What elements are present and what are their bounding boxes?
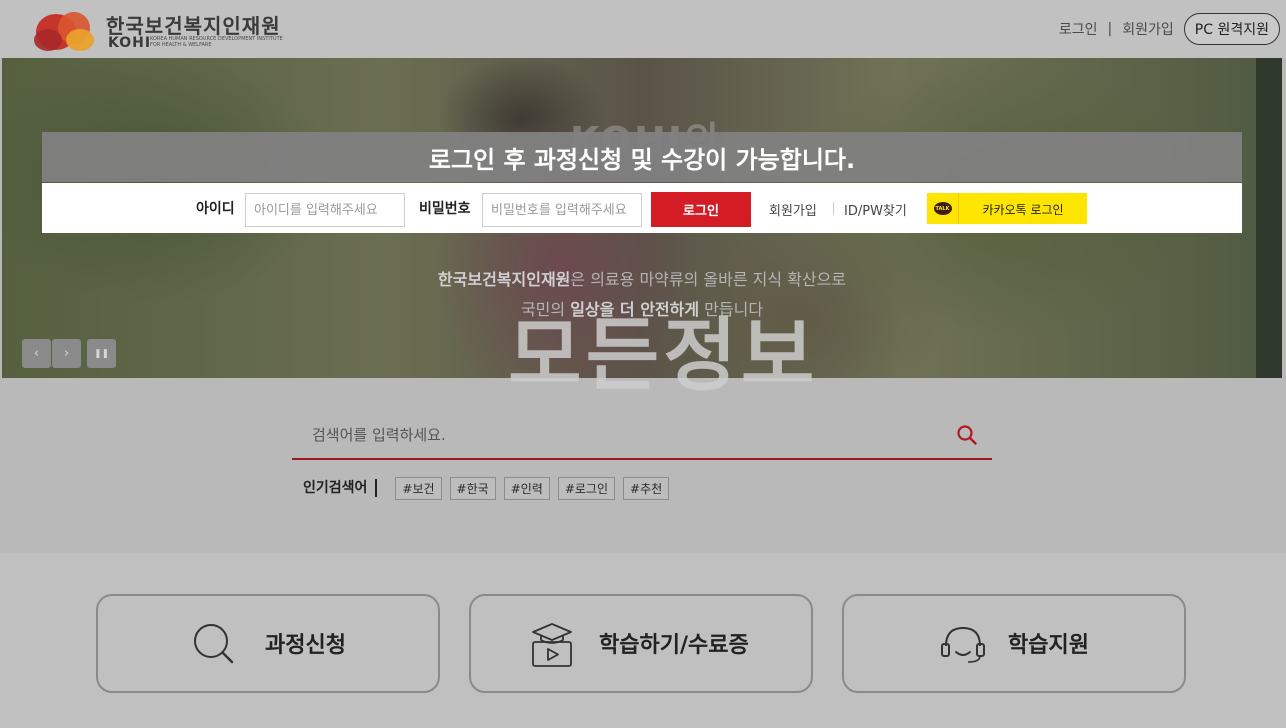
hero-desc-rest1: 은 의료용 마약류의 올바른 지식 확산으로	[570, 270, 847, 289]
signup-link[interactable]: 회원가입	[769, 200, 817, 219]
password-label: 비밀번호	[419, 201, 471, 217]
pc-remote-support-button[interactable]: PC 원격지원	[1183, 13, 1280, 45]
header-link-separator: |	[1107, 21, 1113, 37]
headset-icon	[941, 626, 985, 663]
keyword-tag[interactable]: #추천	[623, 476, 670, 500]
course-apply-card[interactable]: 과정신청	[96, 594, 440, 693]
top-utility-links: 로그인 | 회원가입 PC 원격지원	[1059, 13, 1286, 45]
id-label: 아이디	[196, 201, 235, 217]
learning-certificate-label: 학습하기/수료증	[599, 633, 749, 658]
kakao-login-label: 카카오톡 로그인	[982, 203, 1064, 217]
find-id-password-link[interactable]: ID/PW찾기	[844, 200, 907, 219]
login-form: 아이디 비밀번호 로그인 회원가입 ID/PW찾기 TALK 카카오톡 로그인	[42, 183, 1242, 233]
site-header: 한국보건복지인재원 KOHI KOREA HUMAN RESOURCE DEVE…	[0, 0, 1286, 58]
search-input[interactable]	[310, 421, 930, 449]
logo-subtitle: KOREA HUMAN RESOURCE DEVELOPMENT INSTITU…	[150, 36, 283, 48]
quick-menu-section: 과정신청 학습하기/수료증 학습지원	[0, 553, 1286, 728]
kohi-logo-icon	[34, 12, 94, 51]
kakao-login-button[interactable]: TALK 카카오톡 로그인	[927, 193, 1087, 224]
popular-keywords-label: 인기검색어	[303, 479, 378, 497]
hero-desc-bold1: 한국보건복지인재원	[437, 270, 571, 289]
search-icon[interactable]	[956, 424, 978, 446]
slider-pause-button[interactable]: ❚❚	[87, 339, 116, 368]
background-ghost-text: 모든정보	[508, 309, 819, 402]
login-button[interactable]: 로그인	[651, 192, 751, 227]
search-box	[292, 412, 992, 460]
password-input[interactable]	[482, 193, 642, 227]
pause-icon: ❚❚	[93, 348, 110, 359]
slider-next-button[interactable]: ›	[52, 339, 81, 368]
slider-prev-button[interactable]: ‹	[22, 339, 51, 368]
hero-description-line1: 한국보건복지인재원은 의료용 마약류의 올바른 지식 확산으로	[2, 266, 1282, 290]
hero-edge-strip	[1256, 58, 1282, 378]
link-divider	[833, 202, 834, 215]
magnifier-icon	[194, 624, 234, 664]
login-notice-title: 로그인 후 과정신청 및 수강이 가능합니다.	[428, 146, 856, 174]
header-login-link[interactable]: 로그인	[1059, 19, 1098, 39]
header-signup-link[interactable]: 회원가입	[1122, 19, 1174, 39]
login-notice-bar: 로그인 후 과정신청 및 수강이 가능합니다.	[42, 132, 1242, 182]
keyword-tag[interactable]: #보건	[395, 476, 442, 500]
learning-certificate-card[interactable]: 학습하기/수료증	[469, 594, 813, 693]
learning-support-card[interactable]: 학습지원	[842, 594, 1186, 693]
keyword-tag[interactable]: #인력	[503, 476, 550, 500]
site-logo[interactable]: 한국보건복지인재원 KOHI KOREA HUMAN RESOURCE DEVE…	[30, 4, 290, 54]
logo-english-name: KOHI	[108, 35, 152, 51]
kakao-talk-icon: TALK	[927, 193, 959, 224]
popular-keywords: 인기검색어 #보건 #한국 #인력 #로그인 #추천	[303, 476, 677, 500]
learning-support-label: 학습지원	[1008, 633, 1089, 658]
id-input[interactable]	[245, 193, 405, 227]
course-apply-label: 과정신청	[265, 633, 346, 658]
chevron-left-icon: ‹	[33, 346, 40, 361]
chevron-right-icon: ›	[63, 346, 70, 361]
keyword-tag[interactable]: #한국	[449, 476, 496, 500]
keyword-tag[interactable]: #로그인	[557, 476, 616, 500]
graduation-video-icon	[532, 623, 572, 667]
kakao-talk-badge: TALK	[933, 202, 952, 215]
